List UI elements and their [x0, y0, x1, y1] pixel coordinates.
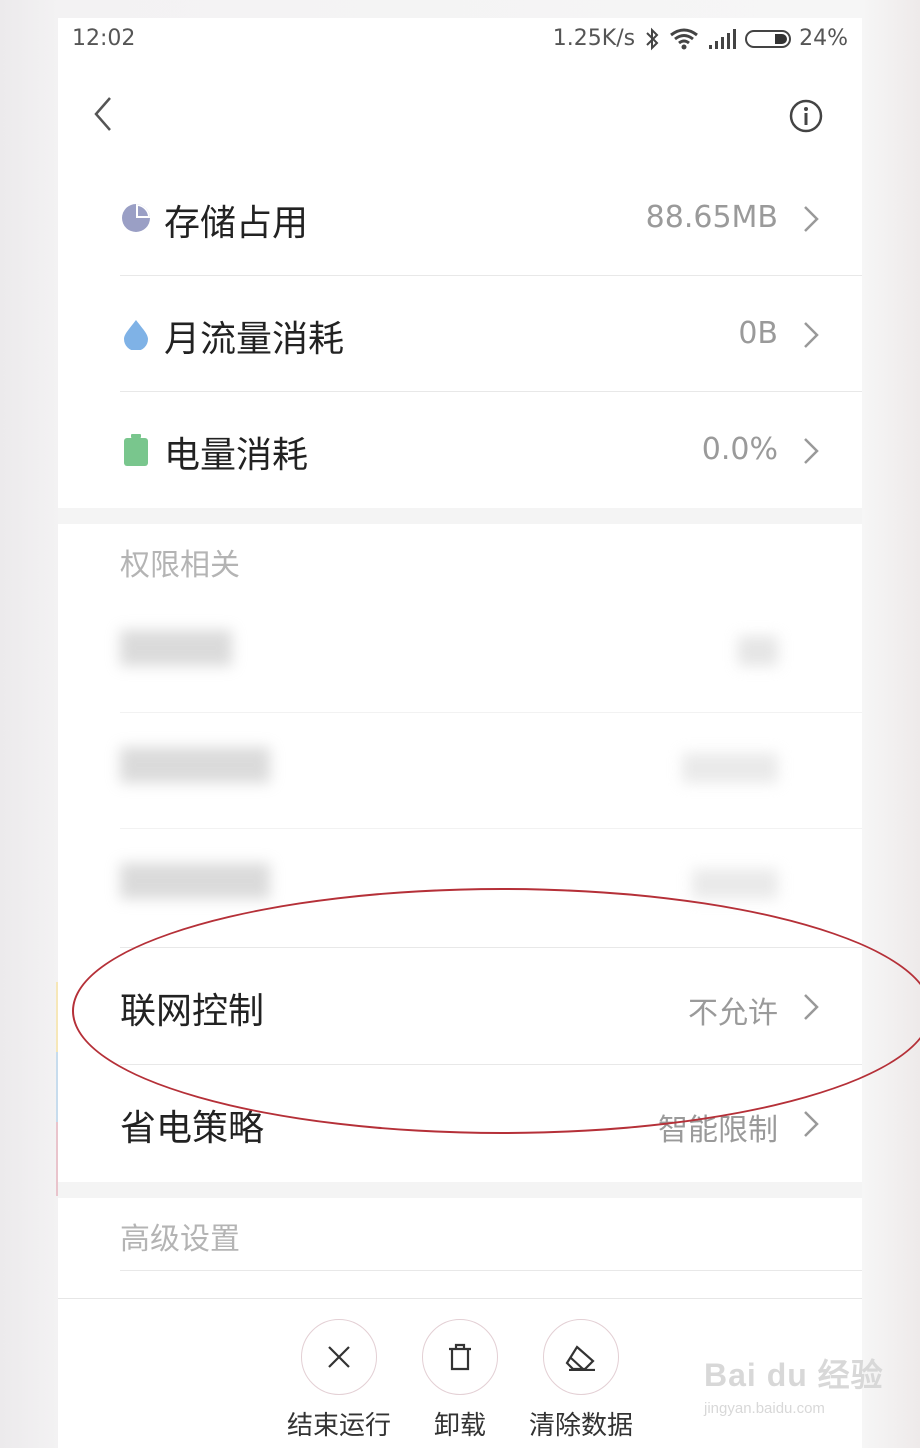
section-header-advanced: 高级设置	[120, 1222, 240, 1257]
close-icon	[301, 1319, 377, 1395]
permission-label	[120, 747, 270, 783]
clear-data-label: 清除数据	[528, 1411, 633, 1441]
clear-data-button[interactable]: 清除数据	[511, 1319, 651, 1442]
data-usage-label: 月流量消耗	[164, 319, 345, 360]
permission-label	[120, 863, 270, 899]
force-stop-label: 结束运行	[286, 1411, 391, 1441]
divider	[120, 1270, 862, 1271]
signal-icon	[709, 28, 737, 49]
row-permission-2[interactable]	[58, 713, 862, 829]
permission-value	[692, 869, 778, 899]
storage-value: 88.65MB	[645, 200, 778, 235]
chevron-right-icon	[804, 438, 819, 464]
battery-icon	[745, 29, 792, 48]
chevron-right-icon	[804, 322, 819, 348]
chevron-right-icon	[804, 1111, 819, 1137]
network-speed: 1.25K/s	[552, 26, 636, 51]
bluetooth-icon	[646, 27, 659, 50]
force-stop-button[interactable]: 结束运行	[269, 1319, 409, 1442]
eraser-icon	[543, 1319, 619, 1395]
battery-percent: 24%	[799, 26, 848, 51]
watermark: Bai du 经验 jingyan.baidu.com	[704, 1350, 884, 1417]
uninstall-button[interactable]: 卸载	[390, 1319, 530, 1442]
status-time: 12:02	[72, 26, 136, 51]
permission-value	[738, 636, 778, 666]
trash-icon	[422, 1319, 498, 1395]
chevron-right-icon	[804, 206, 819, 232]
page-title	[404, 90, 504, 130]
watermark-url: jingyan.baidu.com	[704, 1400, 825, 1417]
row-data-usage[interactable]: 月流量消耗 0B	[58, 276, 862, 392]
section-gap	[58, 1182, 862, 1198]
status-bar: 12:02 1.25K/s 24%	[58, 18, 862, 64]
info-icon[interactable]	[788, 98, 824, 134]
battery-icon	[124, 434, 148, 466]
status-right: 1.25K/s 24%	[553, 26, 848, 51]
storage-label: 存储占用	[164, 203, 309, 244]
pie-chart-icon	[122, 204, 150, 232]
permission-label	[120, 630, 232, 666]
uninstall-label: 卸载	[433, 1411, 486, 1441]
watermark-brand: Bai du 经验	[704, 1357, 884, 1393]
permission-value	[682, 753, 778, 783]
data-usage-value: 0B	[738, 316, 778, 351]
row-battery-usage[interactable]: 电量消耗 0.0%	[58, 392, 862, 508]
back-button[interactable]	[86, 94, 122, 134]
row-permission-1[interactable]	[58, 596, 862, 712]
battery-usage-label: 电量消耗	[164, 435, 309, 476]
battery-usage-value: 0.0%	[701, 432, 778, 467]
water-drop-icon	[124, 320, 148, 350]
section-header-permissions: 权限相关	[120, 548, 240, 583]
section-gap	[58, 508, 862, 524]
row-storage[interactable]: 存储占用 88.65MB	[58, 160, 862, 276]
wifi-icon	[670, 28, 699, 49]
annotation-ellipse	[72, 888, 920, 1134]
phone-screen: 12:02 1.25K/s 24% 存储占用 88.65MB 月流量消耗 0B …	[58, 18, 862, 1448]
title-bar	[58, 78, 862, 158]
